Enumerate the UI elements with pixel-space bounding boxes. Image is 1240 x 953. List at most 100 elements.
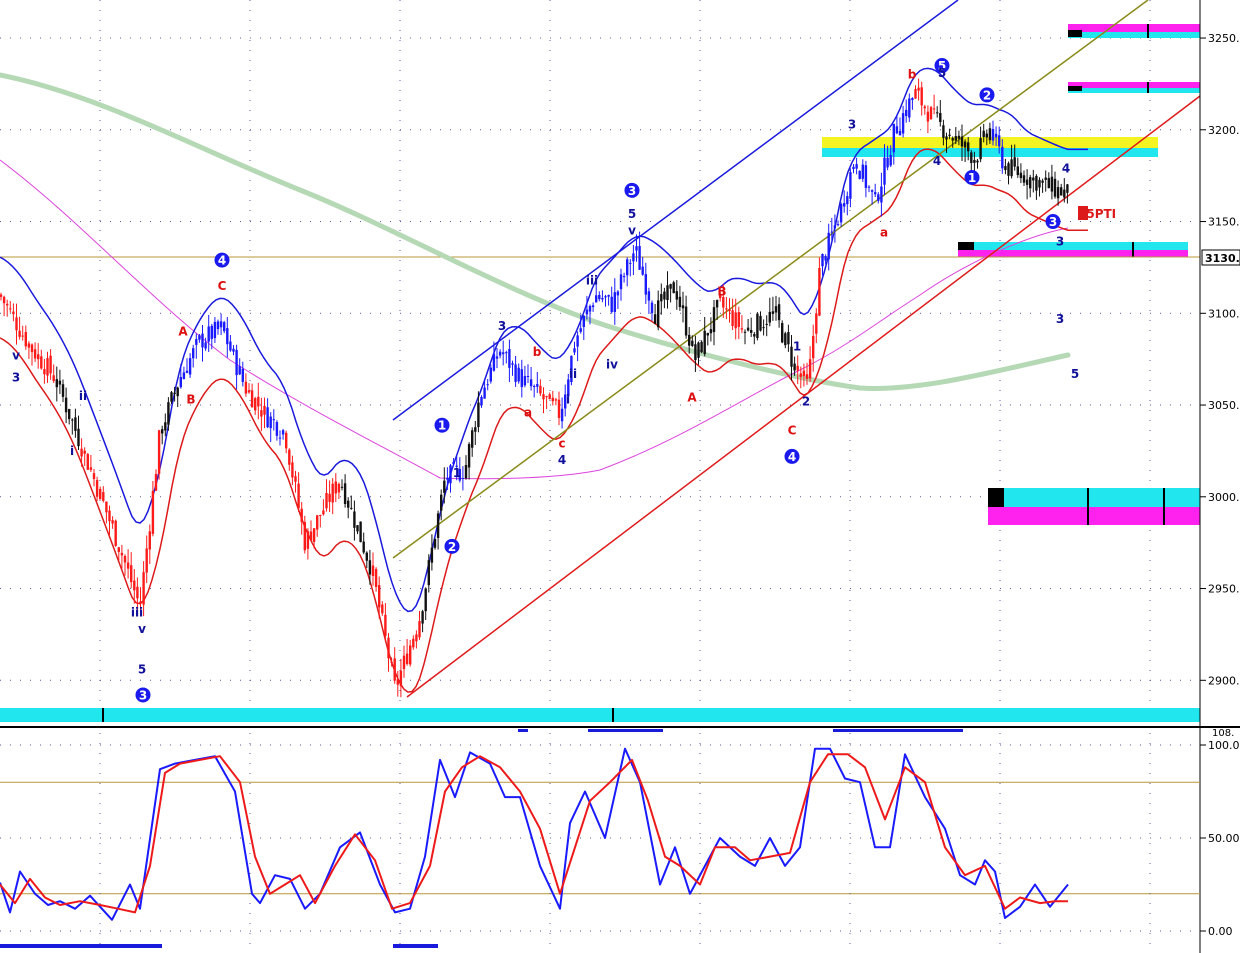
price-axis-label: 3200. (1208, 124, 1240, 137)
candle-body (257, 396, 260, 407)
price-grid (0, 0, 1200, 720)
oscillator-grid (0, 733, 1200, 953)
candle-body (1044, 177, 1047, 180)
candle-body (604, 296, 607, 298)
candle-body (154, 474, 158, 491)
candle-body (1010, 159, 1013, 177)
candle-body (644, 274, 647, 295)
candle-body (591, 305, 595, 308)
candle-body (948, 134, 951, 136)
candle-body (1060, 187, 1063, 196)
candle-body (92, 473, 96, 480)
wave-label: 4 (218, 254, 226, 268)
candle-body (787, 332, 790, 345)
candle-body (740, 328, 744, 330)
candle-body (942, 125, 945, 138)
candle-body (46, 358, 49, 376)
wave-label: 1 (438, 419, 446, 433)
envelope-red-lower (0, 148, 1088, 693)
candle-body (768, 311, 771, 323)
candle-body (285, 432, 288, 449)
candle-body (430, 547, 434, 563)
wave-label: C (218, 279, 227, 293)
candle-body (433, 539, 437, 548)
candle-body (102, 492, 105, 501)
wave-label: iii (131, 605, 143, 619)
candle-body (226, 328, 229, 345)
price-axis-label: 3250. (1208, 32, 1240, 45)
osc-axis-label: 50.00 (1208, 832, 1240, 845)
candle-body (461, 478, 465, 480)
candle-body (1016, 166, 1019, 176)
wave-label: 3 (498, 319, 506, 333)
candle-body (852, 166, 855, 170)
candle-body (120, 552, 124, 556)
candle-body (529, 379, 533, 387)
candle-body (27, 343, 31, 348)
candle-body (322, 510, 325, 515)
osc-axis-label: 100.0 (1208, 739, 1240, 752)
wave-label: a (880, 226, 888, 240)
candle-body (52, 375, 55, 382)
candle-body (511, 363, 514, 365)
candle-body (6, 303, 9, 306)
candle-body (622, 276, 626, 278)
candle-body (436, 513, 440, 538)
candle-body (505, 352, 508, 354)
candle-body (272, 419, 275, 421)
price-axis-label: 3000. (1208, 491, 1240, 504)
candle-body (30, 344, 34, 353)
wave-label: 1 (968, 171, 976, 185)
candle-body (498, 351, 502, 356)
candle-body (126, 562, 130, 569)
annotation-label: 55PTI (1078, 207, 1116, 221)
candle-body (917, 87, 920, 91)
candle-body (1063, 189, 1066, 198)
candle-body (216, 321, 220, 330)
candle-body (694, 344, 697, 361)
divider-blue-mark-2 (588, 729, 663, 732)
candle-body (895, 126, 899, 134)
candle-body (709, 329, 713, 334)
channel-blue-upper (392, 0, 959, 421)
candle-body (464, 465, 468, 479)
candle-body (846, 196, 849, 205)
candle-body (492, 353, 496, 371)
candle-body (712, 307, 716, 333)
candle-body (998, 135, 1001, 147)
candle-body (861, 164, 864, 179)
candle-body (362, 541, 365, 553)
candle-body (412, 638, 415, 648)
candle-body (291, 462, 294, 478)
candle-body (250, 390, 254, 408)
candle-body (908, 98, 911, 118)
candle-body (89, 467, 93, 470)
candle-body (681, 305, 685, 309)
candle-body (967, 142, 970, 152)
candle-body (24, 332, 27, 347)
candle-body (508, 348, 511, 368)
wave-label: 3 (139, 688, 147, 702)
candle-body (970, 152, 973, 164)
zone-3220-black (1068, 86, 1082, 91)
candle-body (759, 315, 762, 331)
candle-body (86, 454, 89, 470)
wave-label: v (12, 348, 20, 362)
candle-body (182, 372, 186, 380)
candle-body (350, 507, 353, 509)
candle-body (743, 331, 747, 333)
candle-body (936, 112, 939, 114)
candle-body (734, 312, 737, 329)
wave-label: 5 (938, 66, 946, 80)
candle-body (204, 342, 207, 349)
candle-body (275, 422, 279, 436)
candle-body (616, 291, 620, 296)
candle-body (2, 296, 6, 304)
candle-body (325, 492, 328, 509)
candle-body (474, 427, 477, 432)
zone-3250-cyan (1068, 32, 1200, 38)
candle-body (365, 552, 368, 561)
zone-3000-magenta (988, 507, 1200, 525)
candle-body (672, 282, 675, 294)
candle-body (1050, 176, 1054, 192)
